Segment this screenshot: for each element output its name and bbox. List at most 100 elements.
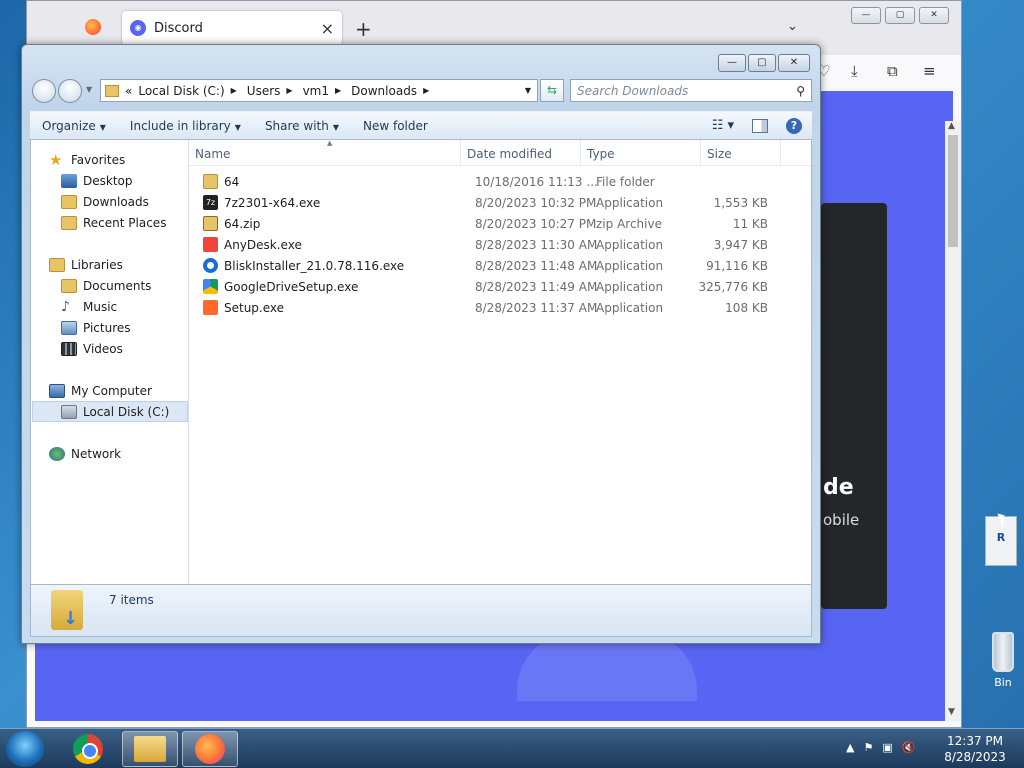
promo-card: de obile — [821, 203, 887, 609]
scrollbar-thumb[interactable] — [948, 135, 958, 247]
address-bar[interactable]: « Local Disk (C:) ▶ Users ▶ vm1 ▶ Downlo… — [100, 79, 538, 102]
pictures-icon — [61, 320, 77, 335]
taskbar-explorer[interactable] — [122, 731, 178, 767]
discord-icon: ◉ — [130, 20, 146, 36]
page-scrollbar[interactable]: ▲ ▼ — [945, 121, 961, 721]
close-button[interactable]: ✕ — [919, 7, 949, 24]
network-status-icon[interactable]: ▣ — [882, 741, 892, 754]
nav-local-disk[interactable]: Local Disk (C:) — [32, 401, 188, 422]
explorer-maximize-button[interactable]: ▢ — [748, 54, 776, 72]
firefox-pinned-tab-icon[interactable] — [85, 19, 101, 35]
breadcrumb-local-disk[interactable]: Local Disk (C:) — [138, 84, 224, 98]
file-row[interactable]: AnyDesk.exe 8/28/2023 11:30 AM Applicati… — [203, 234, 768, 255]
change-view-icon[interactable]: ☷ ▾ — [712, 118, 734, 133]
chevron-down-icon: ▼ — [234, 122, 241, 132]
breadcrumb-vm1[interactable]: vm1 — [303, 84, 329, 98]
scroll-up-icon[interactable]: ▲ — [948, 121, 955, 131]
maximize-button[interactable]: ▢ — [885, 7, 915, 24]
clock-date: 8/28/2023 — [944, 750, 1006, 764]
downloads-icon[interactable]: ⤓ — [851, 62, 858, 80]
share-with-button[interactable]: Share with ▼ — [253, 119, 351, 133]
tab-discord[interactable]: ◉ Discord × — [122, 11, 342, 45]
include-in-library-button[interactable]: Include in library ▼ — [118, 119, 253, 133]
chrome-icon — [73, 734, 103, 764]
chevron-right-icon[interactable]: ▶ — [335, 86, 341, 95]
network-icon — [49, 446, 65, 461]
search-input[interactable]: Search Downloads ⚲ — [570, 79, 812, 102]
chevron-right-icon[interactable]: ▶ — [423, 86, 429, 95]
volume-muted-icon[interactable]: 🔇 — [902, 741, 916, 754]
search-icon[interactable]: ⚲ — [796, 84, 805, 98]
start-button[interactable] — [6, 731, 44, 767]
folder-icon — [134, 736, 166, 762]
nav-libraries[interactable]: Libraries — [49, 254, 123, 275]
explorer-minimize-button[interactable]: — — [718, 54, 746, 72]
extensions-icon[interactable]: ⧉ — [887, 62, 898, 80]
nav-pictures[interactable]: Pictures — [61, 317, 131, 338]
nav-recent-places[interactable]: Recent Places — [61, 212, 166, 233]
scroll-down-icon[interactable]: ▼ — [948, 707, 955, 717]
organize-button[interactable]: Organize ▼ — [30, 119, 118, 133]
tab-title: Discord — [154, 20, 203, 36]
star-icon: ★ — [49, 150, 63, 169]
nav-videos[interactable]: Videos — [61, 338, 123, 359]
preview-pane-icon[interactable] — [752, 118, 768, 133]
minimize-button[interactable]: — — [851, 7, 881, 24]
new-folder-button[interactable]: New folder — [351, 119, 440, 133]
recent-pages-icon[interactable]: ▼ — [86, 85, 92, 94]
chevron-right-icon[interactable]: ▶ — [286, 86, 292, 95]
nav-my-computer[interactable]: My Computer — [49, 380, 152, 401]
sort-up-icon: ▲ — [327, 139, 333, 147]
recycle-bin[interactable]: Bin — [988, 632, 1018, 689]
explorer-window: — ▢ ✕ ▼ « Local Disk (C:) ▶ Users ▶ vm1 … — [21, 44, 821, 644]
chevron-down-icon: ▼ — [99, 122, 106, 132]
file-row[interactable]: GoogleDriveSetup.exe 8/28/2023 11:49 AM … — [203, 276, 768, 297]
refresh-button[interactable]: ⇆ — [540, 79, 564, 102]
column-date-modified[interactable]: Date modified — [461, 140, 581, 165]
file-row[interactable]: 7z 7z2301-x64.exe 8/20/2023 10:32 PM App… — [203, 192, 768, 213]
downloads-folder-icon: ↓ — [51, 590, 83, 630]
documents-icon — [61, 278, 77, 293]
nav-documents[interactable]: Documents — [61, 275, 151, 296]
taskbar: ▲ ⚑ ▣ 🔇 12:37 PM 8/28/2023 — [0, 728, 1024, 768]
nav-music[interactable]: ♪ Music — [61, 296, 117, 317]
nav-favorites[interactable]: ★ Favorites — [49, 149, 125, 170]
clock[interactable]: 12:37 PM 8/28/2023 — [940, 733, 1010, 765]
item-count: 7 items — [109, 593, 154, 607]
chevron-right-icon[interactable]: ▶ — [231, 86, 237, 95]
menu-icon[interactable]: ≡ — [923, 62, 936, 80]
explorer-close-button[interactable]: ✕ — [778, 54, 810, 72]
help-icon[interactable]: ? — [786, 117, 802, 134]
back-button[interactable] — [32, 79, 56, 103]
new-tab-button[interactable]: + — [355, 17, 372, 41]
desktop-icon — [61, 173, 77, 188]
breadcrumb-downloads[interactable]: Downloads — [351, 84, 417, 98]
file-row[interactable]: Setup.exe 8/28/2023 11:37 AM Application… — [203, 297, 768, 318]
recycle-bin-icon — [992, 632, 1014, 672]
taskbar-firefox[interactable] — [182, 731, 238, 767]
address-row: ▼ « Local Disk (C:) ▶ Users ▶ vm1 ▶ Down… — [30, 77, 812, 105]
list-all-tabs-icon[interactable]: ⌄ — [787, 19, 798, 34]
breadcrumb-users[interactable]: Users — [247, 84, 281, 98]
folder-icon — [105, 84, 119, 97]
file-row[interactable]: BliskInstaller_21.0.78.116.exe 8/28/2023… — [203, 255, 768, 276]
action-center-icon[interactable]: ⚑ — [863, 741, 873, 754]
google-drive-icon — [203, 279, 218, 294]
column-type[interactable]: Type — [581, 140, 701, 165]
close-tab-icon[interactable]: × — [321, 19, 334, 38]
file-row[interactable]: 64 10/18/2016 11:13 ... File folder — [203, 171, 768, 192]
nav-desktop[interactable]: Desktop — [61, 170, 133, 191]
nav-network[interactable]: Network — [49, 443, 121, 464]
breadcrumb-overflow[interactable]: « — [125, 84, 132, 98]
blisk-icon — [203, 258, 218, 273]
file-row[interactable]: 64.zip 8/20/2023 10:27 PM zip Archive 11… — [203, 213, 768, 234]
taskbar-chrome[interactable] — [60, 731, 116, 767]
forward-button[interactable] — [58, 79, 82, 103]
nav-downloads[interactable]: Downloads — [61, 191, 149, 212]
column-size[interactable]: Size — [701, 140, 781, 165]
column-headers: ▲ Name Date modified Type Size — [189, 139, 811, 166]
column-name[interactable]: Name — [189, 140, 461, 165]
show-hidden-icons-icon[interactable]: ▲ — [846, 741, 854, 754]
address-dropdown-icon[interactable]: ▼ — [525, 86, 531, 95]
videos-icon — [61, 341, 77, 356]
